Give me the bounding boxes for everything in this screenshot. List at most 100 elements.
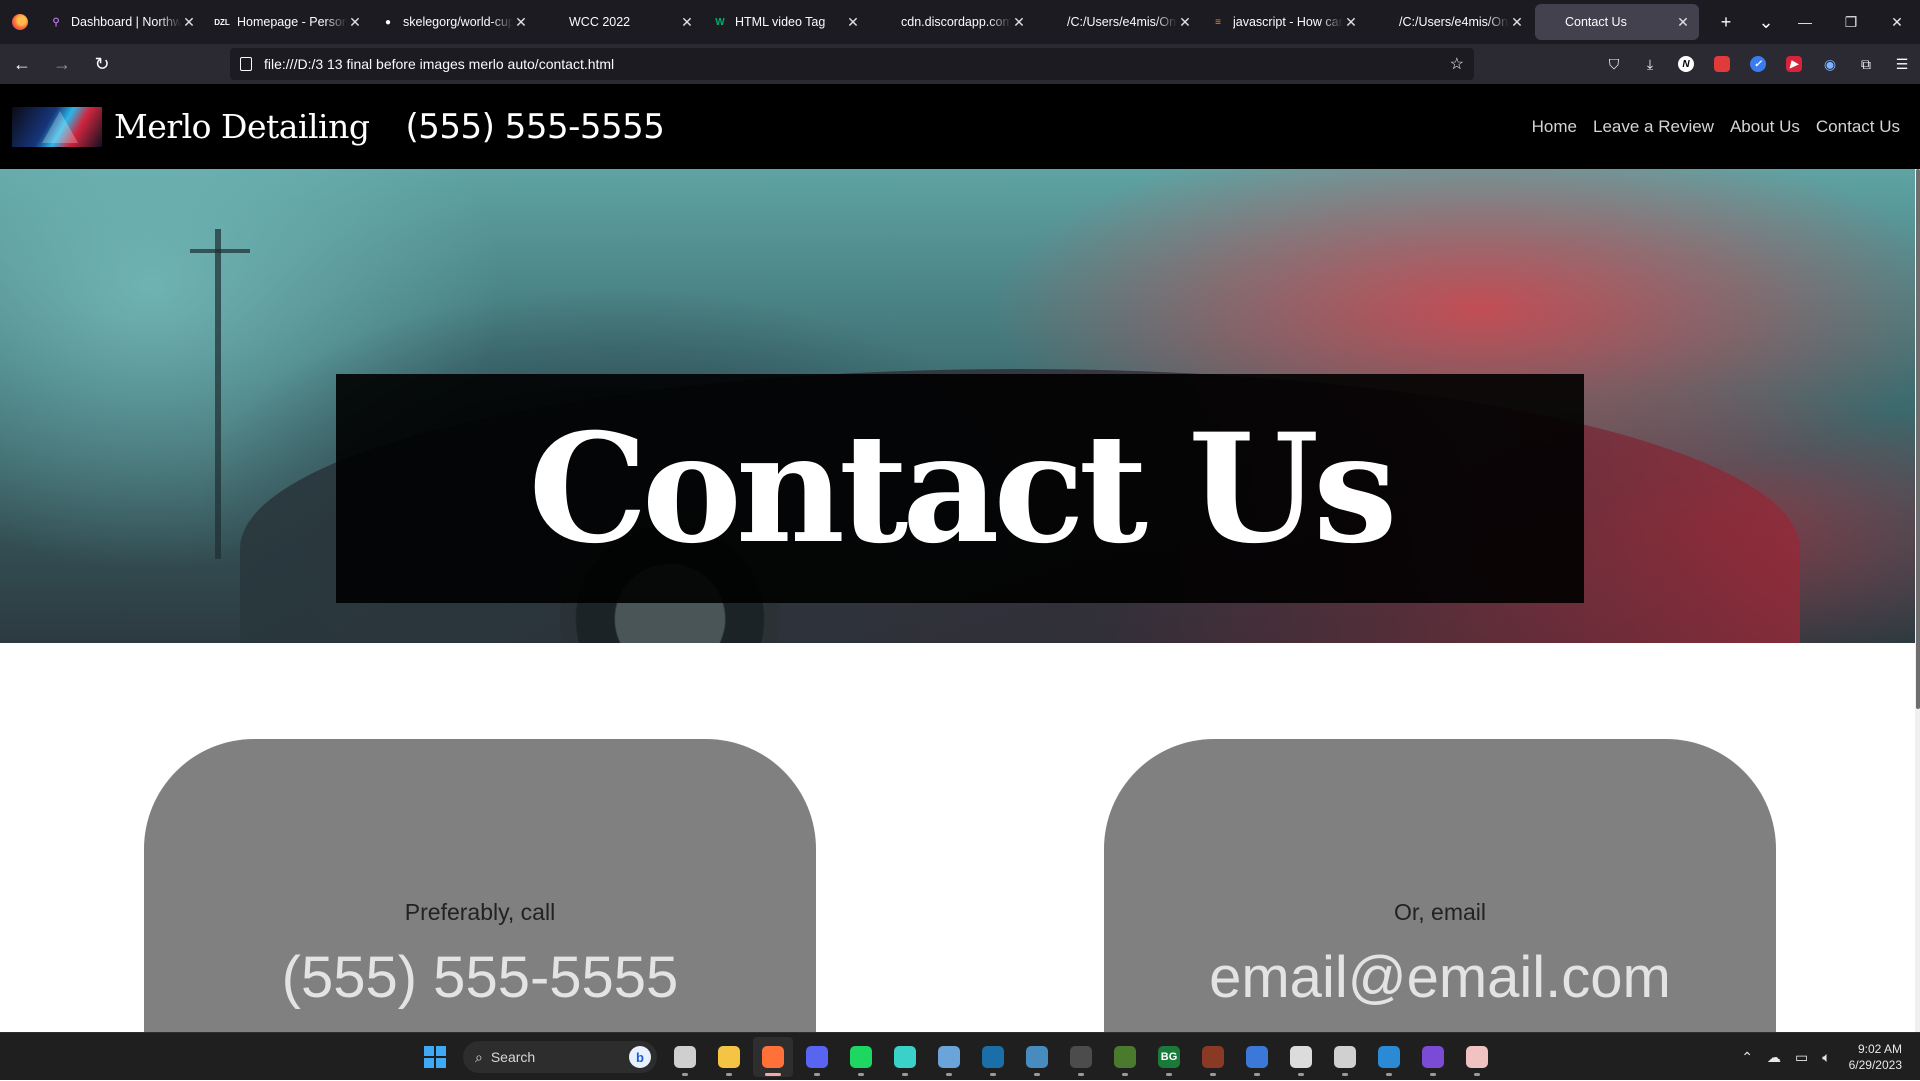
running-indicator (1034, 1073, 1040, 1076)
godot-taskbar-button[interactable] (1017, 1037, 1057, 1077)
blank-favicon-icon (1045, 15, 1059, 29)
browser-tab[interactable]: cdn.discordapp.com/at✕ (871, 4, 1035, 40)
email-card: Or, email email@email.com (1104, 739, 1776, 1032)
blank-favicon-icon (879, 15, 893, 29)
notepad-taskbar-button[interactable] (1457, 1037, 1497, 1077)
close-tab-icon[interactable]: ✕ (1509, 14, 1525, 31)
extension-red-icon[interactable] (1704, 48, 1740, 80)
running-indicator (1474, 1073, 1480, 1076)
clock[interactable]: 9:02 AM 6/29/2023 (1849, 1041, 1902, 1073)
tab-title: Dashboard | Northwest (71, 15, 181, 29)
extension-n-icon[interactable]: N (1668, 48, 1704, 80)
running-indicator (1122, 1073, 1128, 1076)
extension-blue-check-icon[interactable]: ✓ (1740, 48, 1776, 80)
hero-background-image (215, 229, 221, 559)
vscode-taskbar-button[interactable] (1369, 1037, 1409, 1077)
bing-icon[interactable]: b (629, 1046, 651, 1068)
search-placeholder: Search (490, 1049, 536, 1065)
brand-name[interactable]: Merlo Detailing (114, 107, 370, 146)
downloads-icon[interactable]: ⤓ (1632, 48, 1668, 80)
back-button[interactable]: ← (4, 48, 40, 80)
call-card: Preferably, call (555) 555-5555 (144, 739, 816, 1032)
clipchamp-taskbar-button[interactable] (1413, 1037, 1453, 1077)
firefox-icon (762, 1046, 784, 1068)
site-logo[interactable] (12, 106, 102, 147)
restore-button[interactable]: ❐ (1828, 0, 1874, 44)
close-tab-icon[interactable]: ✕ (1177, 14, 1193, 31)
firefox-menu-icon[interactable] (0, 0, 40, 44)
app-arrow-taskbar-button[interactable] (885, 1037, 925, 1077)
browser-tab[interactable]: W HTML video Tag ✕ (705, 4, 869, 40)
settings-taskbar-button[interactable] (929, 1037, 969, 1077)
nav-about-us[interactable]: About Us (1730, 117, 1800, 137)
browser-tab[interactable]: /C:/Users/e4mis/OneDr✕ (1037, 4, 1201, 40)
close-tab-icon[interactable]: ✕ (1011, 14, 1027, 31)
network-icon[interactable]: ▭ (1795, 1049, 1808, 1066)
app-infinity-taskbar-button[interactable] (1105, 1037, 1145, 1077)
close-tab-icon[interactable]: ✕ (513, 14, 529, 31)
nav-leave-review[interactable]: Leave a Review (1593, 117, 1714, 137)
close-tab-icon[interactable]: ✕ (1343, 14, 1359, 31)
browser-tab[interactable]: WCC 2022 ✕ (539, 4, 703, 40)
close-tab-icon[interactable]: ✕ (181, 14, 197, 31)
running-indicator (902, 1073, 908, 1076)
list-all-tabs-icon[interactable]: ⌄ (1746, 12, 1786, 33)
onedrive-icon[interactable]: ☁ (1767, 1049, 1781, 1066)
github-icon: ● (384, 16, 392, 28)
close-tab-icon[interactable]: ✕ (679, 14, 695, 31)
extension-red-arrow-icon[interactable]: ▶ (1776, 48, 1812, 80)
call-lead-text: Preferably, call (404, 899, 556, 925)
firefox-taskbar-button[interactable] (753, 1037, 793, 1077)
browser-tab[interactable]: DZL Homepage - Personal ✕ (207, 4, 371, 40)
page-scrollbar[interactable] (1915, 169, 1920, 1032)
spotify-taskbar-button[interactable] (841, 1037, 881, 1077)
tab-title: Contact Us (1565, 15, 1627, 29)
start-button[interactable] (415, 1037, 455, 1077)
web-page: Merlo Detailing (555) 555-5555 Home Leav… (0, 84, 1920, 1032)
close-tab-icon[interactable]: ✕ (347, 14, 363, 31)
call-phone-number[interactable]: (555) 555-5555 (144, 944, 816, 1011)
browser-tab[interactable]: ● skelegorg/world-cup ✕ (373, 4, 537, 40)
file-explorer-taskbar-button[interactable] (709, 1037, 749, 1077)
cube-taskbar-button[interactable] (1325, 1037, 1365, 1077)
taskbar-search[interactable]: ⌕ Search b (463, 1041, 657, 1073)
browser-tab[interactable]: ⚲ Dashboard | Northwest✕ (41, 4, 205, 40)
minimize-button[interactable]: — (1782, 0, 1828, 44)
browser-navigation-bar: ← → ↻ file:///D:/3 13 final before image… (0, 44, 1920, 84)
paint-taskbar-button[interactable] (1237, 1037, 1277, 1077)
browser-tab[interactable]: /C:/Users/e4mis/OneDr✕ (1369, 4, 1533, 40)
vscode-icon (1378, 1046, 1400, 1068)
game-taskbar-button[interactable] (1193, 1037, 1233, 1077)
nav-contact-us[interactable]: Contact Us (1816, 117, 1900, 137)
tab-title: /C:/Users/e4mis/OneDr (1399, 15, 1509, 29)
extensions-puzzle-icon[interactable]: ⧉ (1848, 48, 1884, 80)
show-hidden-icons-icon[interactable]: ⌃ (1741, 1049, 1753, 1066)
unity-taskbar-button[interactable] (1061, 1037, 1101, 1077)
browser-tab[interactable]: ≡ javascript - How can ✕ (1203, 4, 1367, 40)
discord-taskbar-button[interactable] (797, 1037, 837, 1077)
volume-icon[interactable]: 🔈︎ (1822, 1049, 1830, 1066)
close-tab-icon[interactable]: ✕ (1675, 14, 1691, 31)
steam-taskbar-button[interactable] (973, 1037, 1013, 1077)
forward-button[interactable]: → (44, 48, 80, 80)
email-address[interactable]: email@email.com (1104, 944, 1776, 1011)
page-info-icon[interactable] (240, 57, 252, 71)
hero-title-box: Contact Us (336, 374, 1584, 603)
app-menu-icon[interactable]: ☰ (1884, 48, 1920, 80)
search-icon: ⌕ (475, 1048, 483, 1065)
nav-home[interactable]: Home (1532, 117, 1577, 137)
url-text: file:///D:/3 13 final before images merl… (264, 56, 615, 72)
reload-button[interactable]: ↻ (84, 48, 120, 80)
address-bar[interactable]: file:///D:/3 13 final before images merl… (230, 48, 1474, 80)
pocket-icon[interactable]: ⛉ (1596, 48, 1632, 80)
new-tab-button[interactable]: + (1706, 12, 1746, 33)
twitch-taskbar-button[interactable] (1281, 1037, 1321, 1077)
scrollbar-thumb[interactable] (1916, 169, 1920, 709)
extension-globe-icon[interactable]: ◉ (1812, 48, 1848, 80)
bg-app-taskbar-button[interactable]: BG (1149, 1037, 1189, 1077)
close-tab-icon[interactable]: ✕ (845, 14, 861, 31)
bookmark-star-icon[interactable]: ☆ (1450, 54, 1464, 74)
browser-tab[interactable]: Contact Us ✕ (1535, 4, 1699, 40)
close-window-button[interactable]: ✕ (1874, 0, 1920, 44)
task-view-taskbar-button[interactable] (665, 1037, 705, 1077)
